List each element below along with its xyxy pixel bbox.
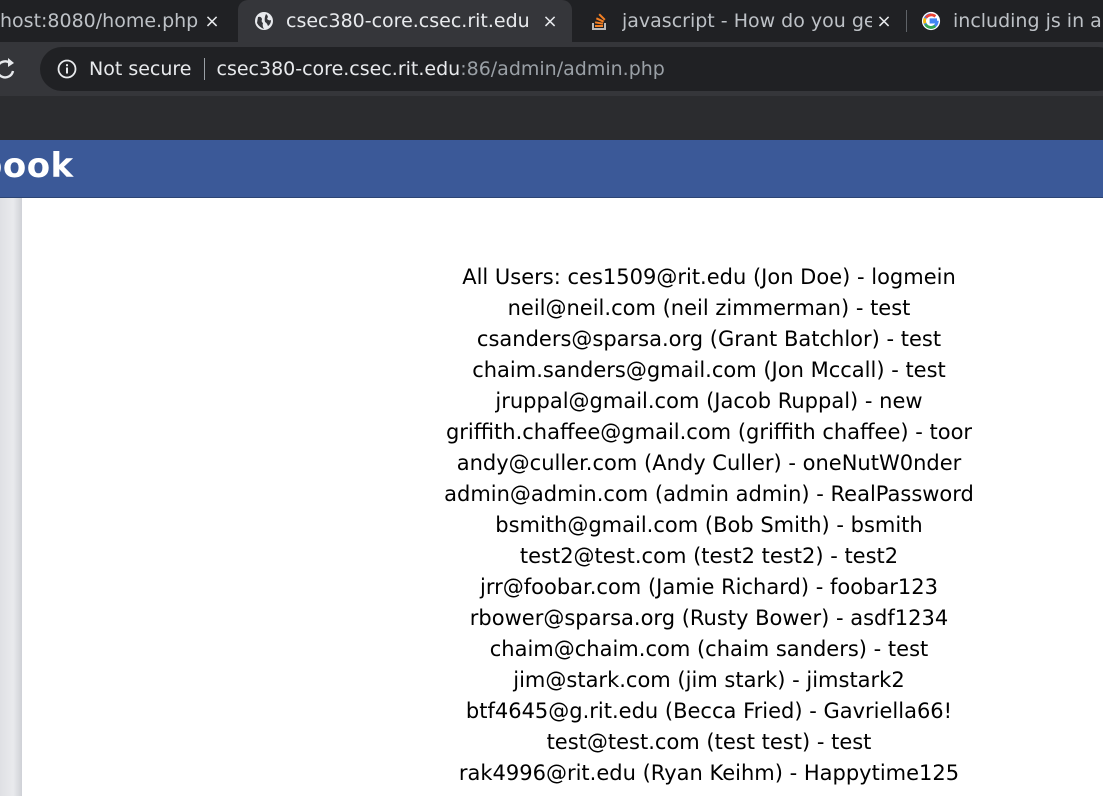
globe-icon	[254, 11, 274, 31]
main-content: All Users: ces1509@rit.edu (Jon Doe) - l…	[22, 198, 1103, 796]
close-icon[interactable]: ×	[872, 11, 896, 32]
tab-strip: host:8080/home.php × csec380-core.csec.r…	[0, 0, 1103, 42]
user-entry: csanders@sparsa.org (Grant Batchlor) - t…	[324, 324, 1094, 355]
user-entry: rbower@sparsa.org (Rusty Bower) - asdf12…	[324, 603, 1094, 634]
user-entry-text: ces1509@rit.edu (Jon Doe) - logmein	[567, 265, 956, 289]
google-icon	[921, 11, 941, 31]
site-logo[interactable]: book	[0, 146, 74, 186]
left-sidebar	[0, 198, 22, 796]
tab-stackoverflow[interactable]: javascript - How do you get ×	[574, 0, 904, 42]
user-entry-text: bsmith@gmail.com (Bob Smith) - bsmith	[495, 513, 923, 537]
reload-icon[interactable]	[0, 55, 24, 83]
user-entry-text: test@test.com (test test) - test	[546, 730, 872, 754]
user-entry-text: btf4645@g.rit.edu (Becca Fried) - Gavrie…	[465, 699, 953, 723]
browser-toolbar: Not secure csec380-core.csec.rit.edu:86/…	[0, 42, 1103, 96]
user-entry: rak4996@rit.edu (Ryan Keihm) - Happytime…	[324, 758, 1094, 789]
info-icon[interactable]	[56, 58, 78, 80]
omnibox-divider	[203, 58, 205, 80]
user-entry: test2@test.com (test2 test2) - test2	[324, 541, 1094, 572]
user-entry: andy@culler.com (Andy Culler) - oneNutW0…	[324, 448, 1094, 479]
tab-title: host:8080/home.php	[0, 10, 199, 32]
user-entry: All Users: ces1509@rit.edu (Jon Doe) - l…	[324, 262, 1094, 293]
user-entry: admin@admin.com (admin admin) - RealPass…	[324, 479, 1094, 510]
user-entry: btf4645@g.rit.edu (Becca Fried) - Gavrie…	[324, 696, 1094, 727]
user-entry-text: jrr@foobar.com (Jamie Richard) - foobar1…	[480, 575, 938, 599]
tab-title: javascript - How do you get	[622, 10, 872, 32]
tab-admin[interactable]: csec380-core.csec.rit.edu ×	[238, 0, 572, 42]
close-icon[interactable]: ×	[538, 11, 562, 32]
user-entry: jim@stark.com (jim stark) - jimstark2	[324, 665, 1094, 696]
user-entry-text: chaim.sanders@gmail.com (Jon Mccall) - t…	[472, 358, 946, 382]
user-entry-text: rbower@sparsa.org (Rusty Bower) - asdf12…	[469, 606, 949, 630]
user-entry-text: andy@culler.com (Andy Culler) - oneNutW0…	[456, 451, 962, 475]
tab-title: csec380-core.csec.rit.edu	[286, 10, 530, 32]
security-status[interactable]: Not secure	[89, 58, 192, 80]
url-path: :86/admin/admin.php	[460, 58, 665, 80]
user-entry-text: csanders@sparsa.org (Grant Batchlor) - t…	[476, 327, 942, 351]
all-users-list: All Users: ces1509@rit.edu (Jon Doe) - l…	[324, 262, 1094, 789]
user-entry: jrr@foobar.com (Jamie Richard) - foobar1…	[324, 572, 1094, 603]
user-entry-text: admin@admin.com (admin admin) - RealPass…	[444, 482, 974, 506]
user-entry-text: chaim@chaim.com (chaim sanders) - test	[489, 637, 929, 661]
user-entry: test@test.com (test test) - test	[324, 727, 1094, 758]
tab-title: including js in a	[953, 10, 1102, 32]
tab-google[interactable]: including js in a	[907, 0, 1103, 42]
user-entry: chaim.sanders@gmail.com (Jon Mccall) - t…	[324, 355, 1094, 386]
bookmarks-bar	[0, 96, 1103, 140]
url-host: csec380-core.csec.rit.edu	[216, 58, 461, 80]
user-entry-text: griffith.chaffee@gmail.com (griffith cha…	[445, 420, 973, 444]
user-entry: chaim@chaim.com (chaim sanders) - test	[324, 634, 1094, 665]
site-header: book	[0, 140, 1103, 198]
user-entry-text: rak4996@rit.edu (Ryan Keihm) - Happytime…	[458, 761, 960, 785]
close-icon[interactable]: ×	[200, 11, 224, 32]
user-entry-text: test2@test.com (test2 test2) - test2	[519, 544, 899, 568]
user-entry-text: jim@stark.com (jim stark) - jimstark2	[513, 668, 905, 692]
user-entry: bsmith@gmail.com (Bob Smith) - bsmith	[324, 510, 1094, 541]
user-entry: neil@neil.com (neil zimmerman) - test	[324, 293, 1094, 324]
user-entry-text: jruppal@gmail.com (Jacob Ruppal) - new	[495, 389, 923, 413]
address-bar[interactable]: Not secure csec380-core.csec.rit.edu:86/…	[40, 47, 1103, 91]
users-heading: All Users:	[462, 265, 561, 289]
user-entry: griffith.chaffee@gmail.com (griffith cha…	[324, 417, 1094, 448]
user-entry: jruppal@gmail.com (Jacob Ruppal) - new	[324, 386, 1094, 417]
user-entry-text: neil@neil.com (neil zimmerman) - test	[507, 296, 911, 320]
tab-home[interactable]: host:8080/home.php ×	[0, 0, 232, 42]
stackoverflow-icon	[590, 11, 610, 31]
url-text[interactable]: csec380-core.csec.rit.edu:86/admin/admin…	[217, 58, 665, 80]
